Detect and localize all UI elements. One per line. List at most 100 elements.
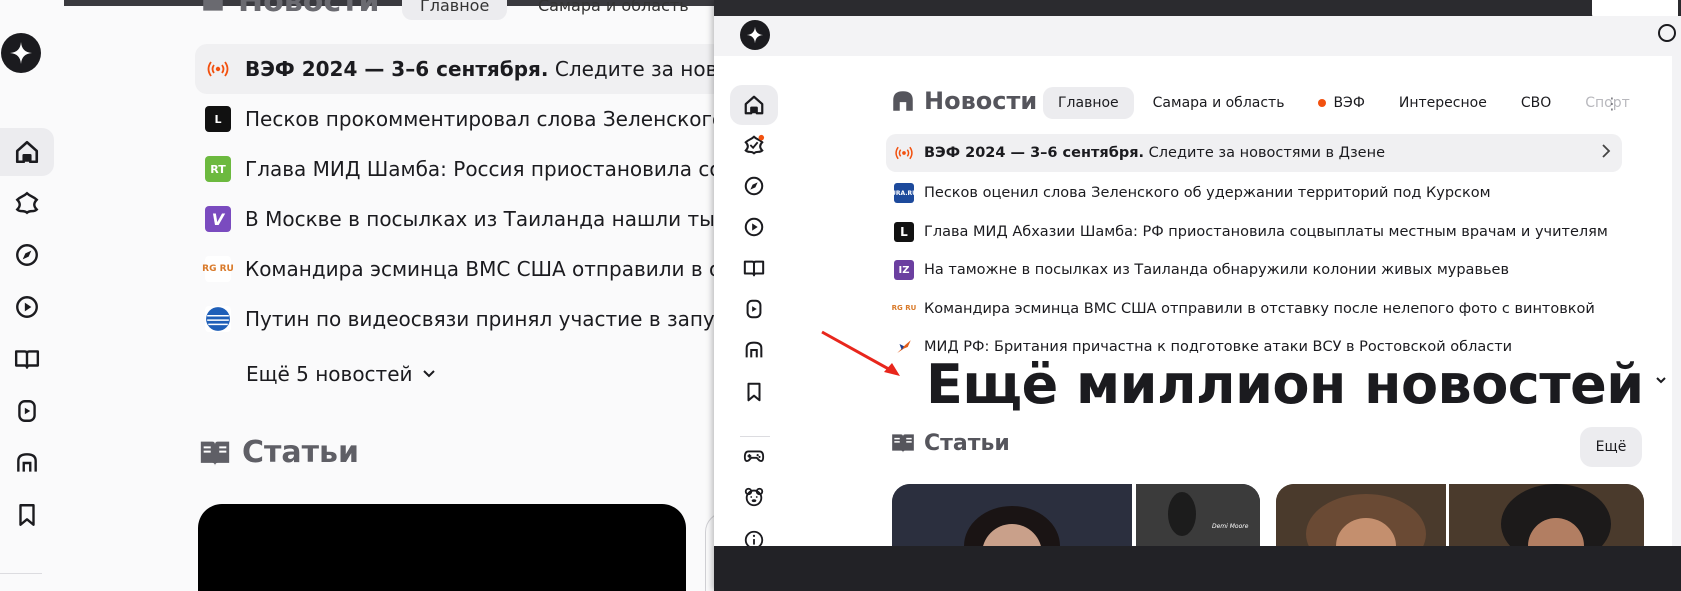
articles-heading[interactable]: Статьи bbox=[890, 430, 1010, 456]
foreground-window: Новости Главное Самара и область ВЭФ Инт… bbox=[714, 0, 1681, 591]
news-item[interactable]: RG RU Командира эсминца ВМС США отправил… bbox=[886, 290, 1622, 329]
articles-icon bbox=[892, 434, 914, 453]
news-list: ВЭФ 2024 — 3–6 сентября. Следите за ново… bbox=[886, 134, 1622, 367]
news-item-text: Командира эсминца ВМС США отправили в от… bbox=[245, 257, 725, 281]
more-news-label: Ещё миллион новостей bbox=[926, 353, 1644, 416]
subscriptions-icon[interactable] bbox=[0, 179, 54, 227]
dzen-logo-icon[interactable] bbox=[1, 33, 41, 73]
home-icon[interactable] bbox=[0, 128, 54, 176]
news-icon[interactable] bbox=[730, 330, 778, 370]
news-item-bold: ВЭФ 2024 — 3–6 сентября. bbox=[924, 145, 1145, 161]
shorts-icon[interactable] bbox=[730, 289, 778, 329]
source-logo-l: L bbox=[205, 106, 231, 132]
more-news-button[interactable]: Ещё миллион новостей bbox=[926, 353, 1668, 416]
news-item-text: Путин по видеосвязи принял участие в зап… bbox=[245, 307, 725, 331]
news-item-text: Глава МИД Абхазии Шамба: РФ приостановил… bbox=[924, 223, 1608, 240]
background-news-heading: Новости bbox=[200, 0, 380, 19]
news-icon bbox=[203, 0, 223, 11]
news-item-text: Песков прокомментировал слова Зеленского… bbox=[245, 107, 725, 131]
articles-title: Статьи bbox=[924, 430, 1010, 456]
browser-toolbar bbox=[714, 16, 1681, 56]
news-icon[interactable] bbox=[0, 439, 54, 487]
tab-main[interactable]: Главное bbox=[1043, 87, 1134, 119]
search-icon[interactable] bbox=[1654, 22, 1678, 46]
bookmark-icon[interactable] bbox=[730, 372, 778, 412]
card-caption: Demi Moore bbox=[1212, 523, 1249, 530]
article-thumbnail bbox=[1276, 484, 1644, 546]
kids-bear-icon[interactable] bbox=[730, 477, 778, 517]
news-item[interactable]: RT Глава МИД Шамба: Россия приостановила… bbox=[195, 144, 725, 194]
tab-interesting[interactable]: Интересное bbox=[1384, 87, 1502, 119]
news-item[interactable]: URA.RU Песков оценил слова Зеленского об… bbox=[886, 174, 1622, 213]
compass-icon[interactable] bbox=[0, 231, 54, 279]
games-icon[interactable] bbox=[730, 436, 778, 476]
news-item-promo[interactable]: ВЭФ 2024 — 3–6 сентября. Следите за ново… bbox=[195, 44, 725, 94]
news-title: Новости bbox=[924, 87, 1038, 115]
tab-main[interactable]: Главное bbox=[402, 0, 508, 20]
tab-region[interactable]: Самара и область bbox=[1138, 87, 1300, 119]
chevron-down-icon bbox=[422, 370, 435, 378]
news-tabs: Главное Самара и область ВЭФ Интересное … bbox=[1043, 87, 1645, 119]
source-logo-rg: RG RU bbox=[202, 256, 234, 282]
video-icon[interactable] bbox=[0, 283, 54, 331]
news-item-text: Глава МИД Шамба: Россия приостановила со… bbox=[245, 157, 725, 181]
news-item[interactable]: Путин по видеосвязи принял участие в зап… bbox=[195, 294, 725, 344]
news-item-promo[interactable]: ВЭФ 2024 — 3–6 сентября. Следите за ново… bbox=[886, 134, 1622, 172]
news-item[interactable]: RG RU Командира эсминца ВМС США отправил… bbox=[195, 244, 725, 294]
article-card[interactable] bbox=[1276, 484, 1644, 546]
source-logo-l: L bbox=[894, 221, 914, 242]
news-item[interactable]: IZ На таможне в посылках из Таиланда обн… bbox=[886, 251, 1622, 290]
news-item-text: Следите за новостям bbox=[554, 57, 725, 81]
news-heading[interactable]: Новости bbox=[890, 87, 1037, 115]
dzen-logo-icon[interactable] bbox=[740, 20, 770, 50]
article-card[interactable] bbox=[198, 504, 686, 591]
bookmark-icon[interactable] bbox=[0, 491, 54, 539]
broadcast-icon bbox=[894, 143, 914, 163]
source-logo-rt: RT bbox=[205, 156, 231, 182]
articles-icon bbox=[200, 441, 230, 466]
articles-more-button[interactable]: Ещё bbox=[1580, 427, 1642, 467]
news-item-text: Песков оценил слова Зеленского об удержа… bbox=[924, 185, 1491, 202]
tab-region[interactable]: Самара и область bbox=[520, 0, 707, 20]
news-item-text: В Москве в посылках из Таиланда нашли ты… bbox=[245, 207, 725, 231]
sidebar-divider bbox=[0, 573, 42, 574]
articles-icon[interactable] bbox=[0, 335, 54, 383]
chevron-down-icon bbox=[1655, 376, 1666, 383]
articles-icon[interactable] bbox=[730, 248, 778, 288]
home-icon[interactable] bbox=[730, 85, 778, 125]
more-news-button[interactable]: Ещё 5 новостей bbox=[246, 362, 437, 386]
article-thumbnail: Demi Moore bbox=[892, 484, 1260, 546]
live-dot-icon bbox=[1318, 99, 1327, 107]
compass-icon[interactable] bbox=[730, 166, 778, 206]
news-item-text: Командира эсминца ВМС США отправили в от… bbox=[924, 300, 1595, 317]
source-logo-v: V bbox=[205, 206, 231, 232]
source-logo-ura: URA.RU bbox=[891, 183, 917, 204]
background-news-list: ВЭФ 2024 — 3–6 сентября. Следите за ново… bbox=[195, 44, 725, 344]
video-icon[interactable] bbox=[730, 207, 778, 247]
tab-svo[interactable]: СВО bbox=[1506, 87, 1566, 119]
taskbar bbox=[714, 546, 1681, 591]
articles-title: Статьи bbox=[242, 435, 360, 470]
more-news-label: Ещё 5 новостей bbox=[246, 362, 413, 386]
news-item[interactable]: L Глава МИД Абхазии Шамба: РФ приостанов… bbox=[886, 213, 1622, 252]
news-item-bold: ВЭФ 2024 — 3–6 сентября. bbox=[245, 57, 549, 81]
news-icon bbox=[893, 91, 913, 111]
source-logo-rg: RG RU bbox=[892, 298, 916, 319]
globe-icon bbox=[205, 306, 231, 332]
shorts-icon[interactable] bbox=[0, 387, 54, 435]
scrollbar-track[interactable] bbox=[1672, 56, 1681, 546]
news-item-text: На таможне в посылках из Таиланда обнару… bbox=[924, 262, 1509, 279]
news-item[interactable]: L Песков прокомментировал слова Зеленско… bbox=[195, 94, 725, 144]
annotation-arrow-icon bbox=[821, 330, 900, 376]
more-options-icon[interactable]: ⋮ bbox=[1602, 92, 1622, 114]
source-logo-iz: IZ bbox=[894, 260, 914, 281]
news-title: Новости bbox=[238, 0, 380, 19]
subscriptions-icon[interactable] bbox=[730, 125, 778, 165]
tab-vef[interactable]: ВЭФ bbox=[1303, 87, 1379, 119]
news-item-text: Следите за новостями в Дзене bbox=[1148, 145, 1385, 161]
window-titlebar bbox=[714, 0, 1681, 16]
tab-vef-label: ВЭФ bbox=[1333, 95, 1365, 111]
news-item[interactable]: V В Москве в посылках из Таиланда нашли … bbox=[195, 194, 725, 244]
background-sidebar bbox=[0, 0, 64, 591]
article-card[interactable]: Demi Moore bbox=[892, 484, 1260, 546]
